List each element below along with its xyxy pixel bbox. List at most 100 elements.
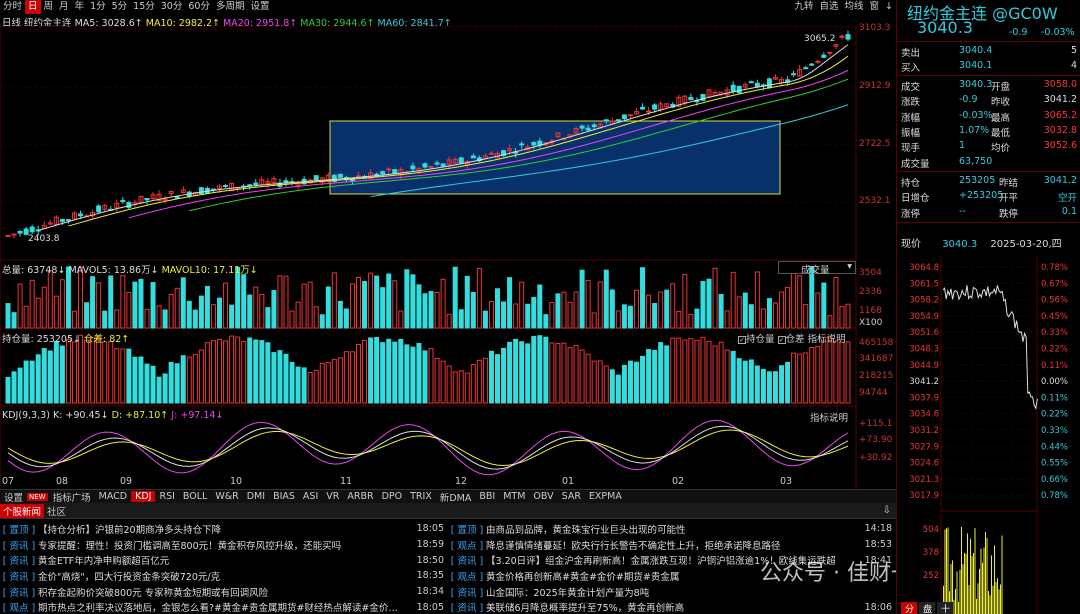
toolbar-right-button[interactable]: 均线	[842, 0, 867, 14]
indicator-tab[interactable]: DMI	[243, 491, 269, 502]
mini-vol-bar	[986, 537, 988, 614]
news-item[interactable]: [ 观点 ] 期市热点之利率决议落地后，金银怎么看?#黄金#贵金属期货#财经热点解…	[0, 599, 448, 614]
news-item[interactable]: [ 资讯 ] 黄金ETF年内净申购额超百亿元 18:50	[0, 552, 448, 568]
indicator-tab[interactable]: 新DMA	[436, 490, 476, 504]
volume-bar	[694, 308, 700, 329]
volume-bar	[428, 291, 434, 329]
indicator-tab[interactable]: MTM	[499, 491, 529, 502]
news-item[interactable]: [ 置顶 ] 由商品到品牌，黄金珠宝行业巨头出现的可能性 14:18	[448, 521, 896, 537]
indicator-tab[interactable]: VR	[322, 491, 343, 502]
volume-bar	[277, 275, 283, 329]
news-title[interactable]: 积存金起购价突破800元 专家称黄金短期或有回调风险	[38, 585, 410, 599]
new-badge: NEW	[27, 492, 48, 501]
period-tab[interactable]: 5分	[109, 0, 131, 14]
indicator-tab[interactable]: W&R	[211, 491, 242, 502]
volume-bar	[736, 296, 742, 329]
period-tab[interactable]: 设置	[247, 0, 272, 14]
oi-bar	[700, 336, 706, 404]
kdj-explain-button[interactable]: 指标说明	[810, 410, 848, 424]
period-tab[interactable]: 周	[41, 0, 57, 14]
low-annotation: 2403.8	[28, 234, 60, 244]
oi-bar	[156, 376, 162, 404]
toolbar-right-button[interactable]: ↓	[882, 0, 896, 14]
volume-bar	[513, 303, 519, 329]
tab-community[interactable]: 社区	[44, 504, 69, 518]
indicator-tab[interactable]: BIAS	[269, 491, 299, 502]
candle-body	[5, 234, 11, 237]
news-title[interactable]: 黄金ETF年内净申购额超百亿元	[38, 553, 410, 567]
period-tab[interactable]: 年	[72, 0, 88, 14]
period-tab[interactable]: 多周期	[213, 0, 248, 14]
news-title[interactable]: 美联储6月降息概率提升至75%，黄金再创新高	[486, 600, 858, 614]
news-title[interactable]: 【持仓分析】沪银前20期商净多头持仓下降	[38, 522, 410, 536]
indicator-tab[interactable]: 指标广场	[49, 490, 95, 504]
toolbar-right-button[interactable]: 自选	[816, 0, 841, 14]
indicator-tab[interactable]: OBV	[529, 491, 557, 502]
news-item[interactable]: [ 观点 ] 降息谨慎情绪蔓延！欧央行行长警告不确定性上升，拒绝承诺降息路径 18:…	[448, 537, 896, 553]
period-tab[interactable]: 日	[25, 0, 41, 14]
diff-checkbox[interactable]: ✓	[777, 336, 786, 344]
news-title[interactable]: 金价"高烧"，四大行投资金条突破720元/克	[38, 569, 410, 583]
indicator-tab[interactable]: RSI	[155, 491, 178, 502]
oi-bar	[301, 367, 307, 404]
indicator-tab[interactable]: ASI	[299, 491, 322, 502]
download-icon[interactable]: ⇩	[883, 505, 891, 516]
indicator-tab[interactable]: MACD	[95, 491, 131, 502]
oi-bar	[579, 349, 585, 404]
volume-bar	[603, 269, 609, 329]
period-tab[interactable]: 30分	[158, 0, 186, 14]
oi-bar	[132, 356, 138, 404]
candle-body	[29, 226, 35, 233]
quote-value: +253205	[959, 190, 1004, 202]
candle-body	[646, 110, 652, 113]
indicator-tab[interactable]: BOLL	[179, 491, 211, 502]
period-tab[interactable]: 月	[56, 0, 72, 14]
news-time: 18:05	[416, 601, 444, 613]
oi-checkbox[interactable]: ✓	[738, 336, 746, 344]
toolbar-right-button[interactable]: 九转	[791, 0, 816, 14]
indicator-tab[interactable]: EXPMA	[585, 491, 626, 502]
news-title[interactable]: 期市热点之利率决议落地后，金银怎么看?#黄金#贵金属期货#财经热点解读#金价…	[38, 600, 410, 614]
kdj-axis-1: +115.1	[859, 419, 893, 429]
news-item[interactable]: [ 资讯 ] 美联储6月降息概率提升至75%，黄金再创新高 18:06	[448, 599, 896, 614]
indicator-tab[interactable]: ARBR	[343, 491, 377, 502]
news-item[interactable]: [ 资讯 ] 专家提醒：理性！投资门槛调高至800元！黄金积存风控升级，还能买吗 1…	[0, 537, 448, 553]
news-item[interactable]: [ 置顶 ] 【持仓分析】沪银前20期商净多头持仓下降 18:05	[0, 521, 448, 537]
mini-price-label: 3058.2	[909, 296, 939, 306]
period-tab[interactable]: 60分	[185, 0, 213, 14]
news-title[interactable]: 专家提醒：理性！投资门槛调高至800元！黄金积存风控升级，还能买吗	[38, 538, 410, 552]
toolbar-right-button[interactable]: 窗	[867, 0, 883, 14]
news-title[interactable]: 降息谨慎情绪蔓延！欧央行行长警告不确定性上升，拒绝承诺降息路径	[486, 538, 858, 552]
candle-body	[730, 84, 736, 92]
indicator-tab[interactable]: DPO	[378, 491, 407, 502]
volume-bar	[374, 275, 380, 329]
volume-selector[interactable]: 成交量 ▾	[778, 261, 856, 276]
indicator-tab[interactable]: KDJ	[131, 491, 156, 502]
intraday-mini-chart[interactable]: 3064.8 0.78% 3061.5 0.67% 3058.2 0.56% 3054.9 0…	[897, 255, 1080, 614]
news-item[interactable]: [ 资讯 ] 金价"高烧"，四大行投资金条突破720元/克 18:35	[0, 568, 448, 584]
volume-bar	[180, 277, 186, 329]
oi-bar	[235, 336, 241, 404]
tab-stock-news[interactable]: 个股新闻	[0, 503, 45, 518]
mini-vol-bar	[1001, 535, 1003, 614]
oi-explain-button[interactable]: 指标说明	[808, 334, 846, 345]
indicator-tab[interactable]: TRIX	[406, 491, 436, 502]
news-title[interactable]: 由商品到品牌，黄金珠宝行业巨头出现的可能性	[486, 522, 858, 536]
mini-pct-label: 0.56%	[1041, 296, 1068, 306]
period-tab[interactable]: 15分	[130, 0, 158, 14]
indicator-tab[interactable]: 设置	[0, 490, 27, 504]
quote-value: -0.9	[959, 94, 978, 106]
oi-bar	[543, 336, 549, 404]
indicator-tab[interactable]: BBI	[475, 491, 499, 502]
indicator-tab[interactable]: SAR	[558, 491, 585, 502]
news-item[interactable]: [ 资讯 ] 积存金起购价突破800元 专家称黄金短期或有回调风险 18:34	[0, 584, 448, 600]
volume-bar	[585, 279, 591, 329]
period-tab[interactable]: 1分	[87, 0, 109, 14]
candle-body	[579, 125, 585, 129]
volume-bar	[47, 270, 53, 329]
volume-header: 总量: 63748↓ MAVOL5: 13.86万↓ MAVOL10: 17.1…	[2, 262, 258, 276]
kdj-axis-3: +30.92	[859, 453, 893, 463]
mini-vol-bar	[992, 585, 994, 614]
period-tab[interactable]: 分时	[0, 0, 25, 14]
oi-bar	[470, 364, 476, 404]
